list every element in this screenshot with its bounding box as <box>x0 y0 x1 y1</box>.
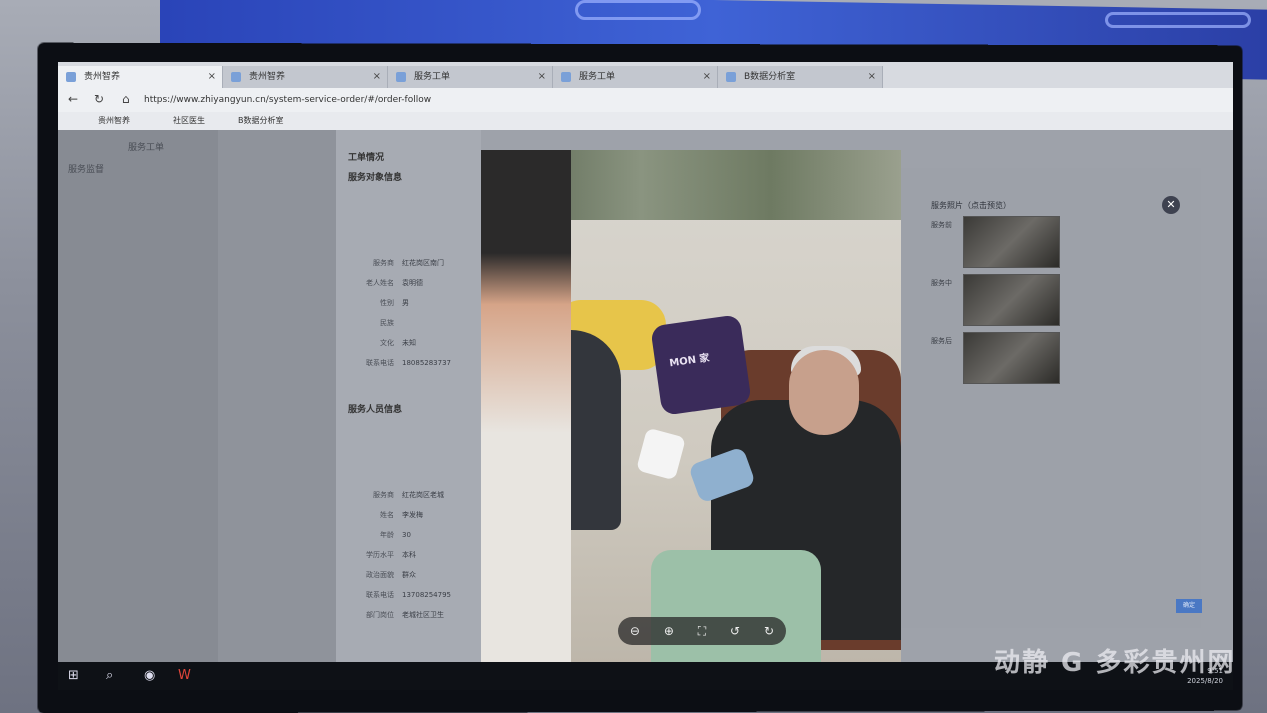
fit-screen-icon[interactable]: ⛶ <box>698 624 706 639</box>
banner-decoration <box>1105 12 1251 28</box>
browser-tab[interactable]: 服务工单 × <box>553 66 718 88</box>
tab-label: 贵州智养 <box>84 72 121 82</box>
client-field: 服务商 红花岗区南门 <box>373 259 444 267</box>
viewer-toolbar: ⊖ ⊕ ⛶ ↺ ↻ <box>618 617 786 645</box>
browser-tab[interactable]: B数据分析室 × <box>718 66 883 88</box>
client-field: 性别男 <box>380 299 409 307</box>
client-field: 联系电话 18085283737 <box>366 359 451 367</box>
photo-bp-monitor <box>635 427 687 481</box>
photo-caregiver <box>481 150 571 665</box>
service-photo-preview[interactable]: MON 家 <box>481 150 901 665</box>
favicon-icon <box>231 72 241 82</box>
service-photos-title: 服务照片（点击预览） <box>931 201 1011 210</box>
browser-tab[interactable]: 贵州智养 × <box>58 66 223 88</box>
browser-tab[interactable]: 服务工单 × <box>388 66 553 88</box>
close-icon[interactable]: × <box>868 66 876 88</box>
screen: 贵州智养 × 贵州智养 × 服务工单 × 服务工单 × B数据分析室 × ← ↻ ⌂ ht… <box>58 62 1233 690</box>
staff-field: 部门岗位 老城社区卫生 <box>366 611 444 619</box>
tab-label: 贵州智养 <box>249 72 286 82</box>
browser-tab[interactable]: 贵州智养 × <box>223 66 388 88</box>
client-info-title: 服务对象信息 <box>348 173 403 183</box>
bookmark-link[interactable]: 贵州智养 <box>98 115 130 126</box>
zoom-out-icon[interactable]: ⊖ <box>630 624 640 638</box>
staff-field: 服务商 红花岗区老城 <box>373 491 444 499</box>
bookmark-link[interactable]: B数据分析室 <box>238 115 284 126</box>
staff-info-title: 服务人员信息 <box>348 405 403 415</box>
photo-label: 服务前 <box>931 221 952 229</box>
back-icon[interactable]: ← <box>68 92 78 106</box>
photo-man-head <box>789 350 859 435</box>
home-icon[interactable]: ⌂ <box>122 92 130 106</box>
wps-icon[interactable]: W <box>178 668 191 683</box>
search-icon[interactable]: ⌕ <box>106 668 113 683</box>
tab-label: 服务工单 <box>414 72 451 82</box>
tab-label: 服务工单 <box>579 72 616 82</box>
close-icon[interactable]: × <box>373 66 381 88</box>
section-title: 工单情况 <box>348 153 385 163</box>
favicon-icon <box>396 72 406 82</box>
favicon-icon <box>726 72 736 82</box>
bookmarks-bar: 贵州智养 社区医生 B数据分析室 <box>58 112 1233 130</box>
favicon-icon <box>561 72 571 82</box>
tab-label: B数据分析室 <box>744 72 796 82</box>
close-icon[interactable]: × <box>208 66 216 88</box>
photo-label: 服务中 <box>931 279 952 287</box>
sidebar: 服务工单 服务监督 <box>58 130 218 662</box>
banner-decoration <box>575 0 701 20</box>
photo-thumbnail[interactable] <box>963 274 1060 326</box>
photo-thumbnail[interactable] <box>963 332 1060 384</box>
url-field[interactable]: https://www.zhiyangyun.cn/system-service… <box>144 92 664 108</box>
close-icon[interactable]: × <box>538 66 546 88</box>
staff-field: 姓名 李发梅 <box>380 511 423 519</box>
photo-label: 服务后 <box>931 337 952 345</box>
order-detail-panel: 工单情况 服务对象信息 服务商 红花岗区南门 老人姓名 袁明德 性别男 民族 文化未… <box>336 130 481 662</box>
order-list-area <box>218 130 336 662</box>
client-field: 文化 未知 <box>380 339 416 347</box>
staff-field: 联系电话 13708254795 <box>366 591 451 599</box>
tab-bar: 贵州智养 × 贵州智养 × 服务工单 × 服务工单 × B数据分析室 × <box>58 62 1233 88</box>
close-icon[interactable]: ✕ <box>1162 196 1180 214</box>
bookmark-link[interactable]: 社区医生 <box>173 115 205 126</box>
client-field: 民族 <box>380 319 394 327</box>
favicon-icon <box>66 72 76 82</box>
service-photos-panel: 服务照片（点击预览） 服务前 服务中 服务后 <box>901 168 1201 628</box>
address-bar: ← ↻ ⌂ https://www.zhiyangyun.cn/system-s… <box>58 88 1233 128</box>
staff-field: 年龄 30 <box>380 531 411 539</box>
staff-field: 学历水平 本科 <box>366 551 416 559</box>
pillow-text: MON 家 <box>668 352 711 370</box>
rotate-right-icon[interactable]: ↻ <box>764 624 774 638</box>
photo-pillow: MON 家 <box>650 314 752 416</box>
zoom-in-icon[interactable]: ⊕ <box>664 624 674 638</box>
windows-start-icon[interactable]: ⊞ <box>68 668 79 683</box>
confirm-button[interactable]: 确定 <box>1176 599 1202 613</box>
rotate-left-icon[interactable]: ↺ <box>730 624 740 638</box>
refresh-icon[interactable]: ↻ <box>94 92 104 106</box>
client-field: 老人姓名 袁明德 <box>366 279 423 287</box>
close-icon[interactable]: × <box>703 66 711 88</box>
edge-browser-icon[interactable]: ◉ <box>144 668 155 683</box>
watermark: 动静 G 多彩贵州网 <box>994 648 1236 678</box>
sidebar-title: 服务工单 <box>128 143 165 153</box>
sidebar-section: 服务监督 <box>68 165 105 175</box>
photo-pants <box>651 550 821 665</box>
photo-thumbnail[interactable] <box>963 216 1060 268</box>
staff-field: 政治面貌 群众 <box>366 571 416 579</box>
